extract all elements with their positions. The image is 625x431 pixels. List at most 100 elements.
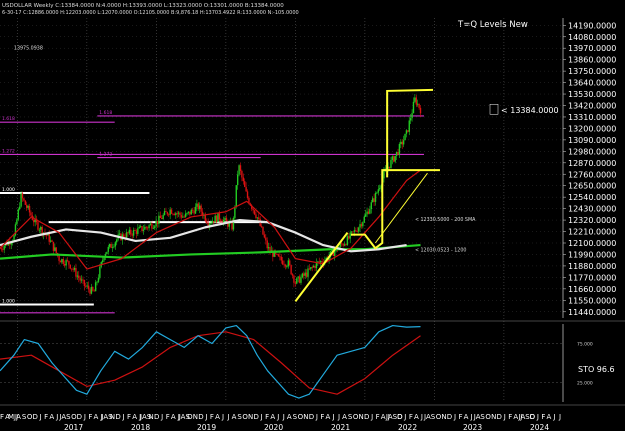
month-label: F <box>88 413 92 421</box>
chart-title: T=Q Levels New <box>457 20 528 30</box>
candle-body <box>310 267 312 270</box>
month-label: F <box>166 413 170 421</box>
level-label-1: 1.000 <box>2 298 15 304</box>
price-tick-label-5: 13640.0000 <box>568 79 616 88</box>
year-label-2024: 2024 <box>530 423 549 431</box>
candle-body <box>148 225 150 229</box>
candle-body <box>161 218 163 219</box>
month-label: A <box>414 413 419 421</box>
month-label: N <box>248 413 253 421</box>
year-label-2017: 2017 <box>64 423 83 431</box>
candle-body <box>231 221 233 230</box>
candle-body <box>304 272 306 276</box>
candle-body <box>110 243 112 249</box>
month-label: D <box>253 413 258 421</box>
candle-body <box>141 226 143 231</box>
candle-body <box>96 281 98 283</box>
candle-body <box>294 282 297 284</box>
candle-body <box>130 229 132 235</box>
candle-body <box>307 268 309 277</box>
candle-body <box>0 248 3 250</box>
candle-body <box>242 177 245 182</box>
candle-body <box>235 185 237 207</box>
year-label-2019: 2019 <box>197 423 216 431</box>
candle-body <box>179 212 181 216</box>
candle-body <box>183 216 185 218</box>
month-label: J <box>260 413 263 421</box>
candle-body <box>348 236 350 239</box>
candle-body <box>266 240 268 249</box>
level-label-6: 1.272 <box>99 152 112 158</box>
month-label: D <box>198 413 203 421</box>
candle-body <box>373 198 375 202</box>
candle-body <box>52 241 55 251</box>
usdollar-weekly-chart: USDOLLAR Weekly C:13384.0000 N:4.0000 H:… <box>0 0 625 431</box>
annotation-0: 13975.0938 <box>14 46 43 52</box>
candle-body <box>256 217 259 219</box>
price-tick-label-25: 11440.0000 <box>568 308 616 317</box>
candle-body <box>193 210 195 214</box>
candle-body <box>132 229 135 236</box>
candle-body <box>83 279 86 286</box>
candle-body <box>356 231 358 232</box>
candle-body <box>376 192 378 194</box>
candle-body <box>82 279 84 281</box>
candle-body <box>281 260 284 265</box>
candle-body <box>73 267 76 270</box>
candle-body <box>135 230 138 234</box>
candle-body <box>16 219 18 225</box>
month-label: N <box>303 413 308 421</box>
candle-body <box>362 222 364 227</box>
candle-body <box>239 165 242 171</box>
candle-body <box>21 193 24 199</box>
candle-body <box>370 202 372 210</box>
month-label: F <box>508 413 512 421</box>
month-label: A <box>132 413 137 421</box>
month-label: D <box>154 413 159 421</box>
candle-body <box>350 231 353 233</box>
candle-body <box>311 267 313 268</box>
candle-body <box>383 170 385 179</box>
month-label: J <box>370 413 373 421</box>
candle-body <box>17 209 19 220</box>
candle-body <box>49 240 52 242</box>
month-label: J <box>558 413 561 421</box>
candle-body <box>173 214 176 216</box>
candle-body <box>206 220 208 223</box>
month-label: J <box>39 413 42 421</box>
level-label-4: 1.618 <box>2 116 15 122</box>
month-label: A <box>94 413 99 421</box>
candle-body <box>114 242 117 247</box>
candle-body <box>63 263 66 266</box>
candle-body <box>61 258 63 263</box>
candle-body <box>99 266 101 278</box>
candle-body <box>166 212 169 215</box>
year-label-2018: 2018 <box>131 423 150 431</box>
month-label: A <box>232 413 237 421</box>
month-label: J <box>331 413 334 421</box>
candle-body <box>72 268 74 270</box>
month-label: J <box>453 413 456 421</box>
month-label: D <box>497 413 502 421</box>
candle-body <box>168 214 170 216</box>
candle-body <box>364 214 367 217</box>
candle-body <box>220 219 222 222</box>
candle-body <box>2 249 4 251</box>
candle-body <box>355 230 357 232</box>
candle-body <box>394 155 396 162</box>
candle-body <box>234 206 236 218</box>
candle-body <box>241 170 243 178</box>
candle-body <box>393 156 395 162</box>
price-tick-label-2: 13970.0000 <box>568 44 616 53</box>
month-label: A <box>49 413 54 421</box>
candle-body <box>76 275 79 277</box>
candle-body <box>379 188 381 190</box>
candle-body <box>409 118 412 121</box>
candle-body <box>26 204 28 208</box>
candle-body <box>86 285 88 287</box>
level-label-3: 1.618 <box>99 110 112 116</box>
candle-body <box>154 226 156 228</box>
candle-body <box>308 268 311 270</box>
candle-body <box>352 231 354 233</box>
candle-body <box>255 214 257 218</box>
